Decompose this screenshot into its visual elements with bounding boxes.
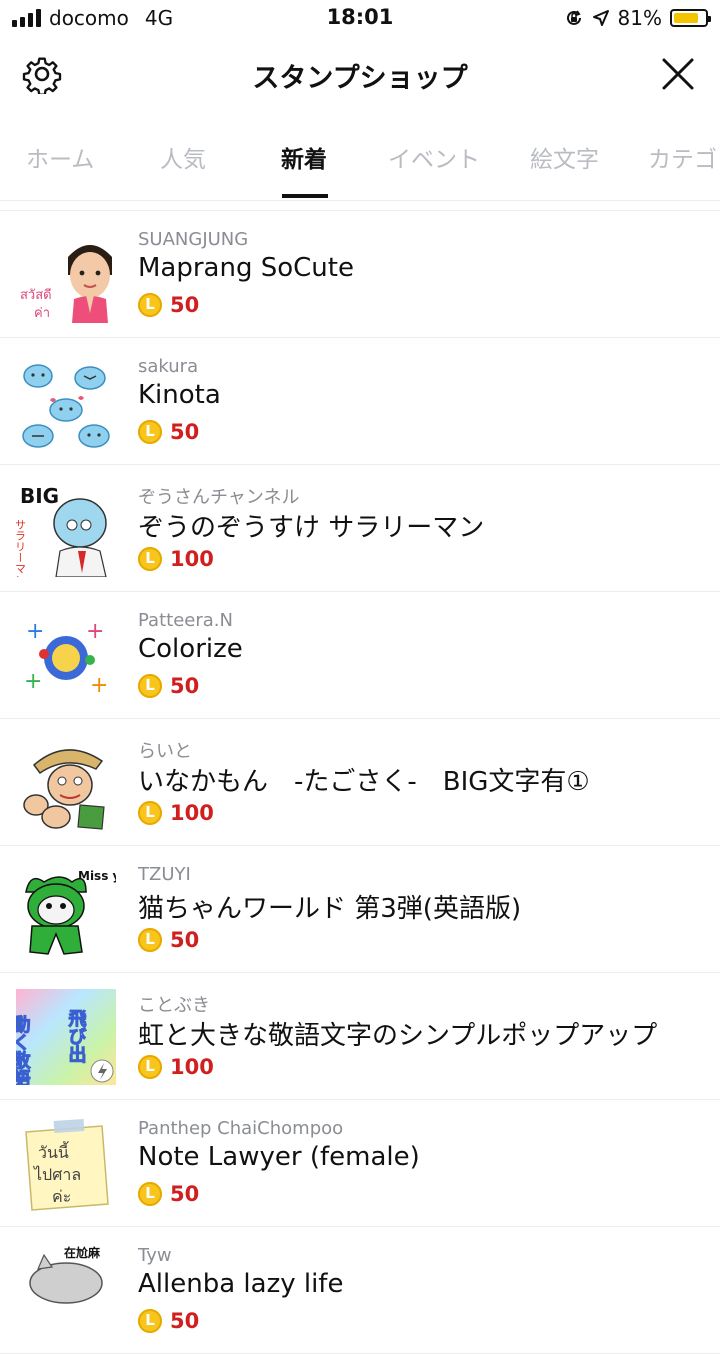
sticker-author: SUANGJUNG (138, 229, 249, 250)
coin-icon: L (138, 420, 162, 444)
sticker-title: Note Lawyer (female) (138, 1142, 420, 1172)
location-arrow-icon (592, 10, 609, 26)
page-title: スタンプショップ (252, 63, 468, 94)
price-value: 50 (170, 928, 200, 952)
sticker-thumbnail (23, 749, 105, 830)
price-value: 100 (170, 1055, 214, 1079)
coin-icon: L (138, 293, 162, 317)
svg-text:+: + (26, 619, 44, 644)
sticker-thumbnail: วันนี้ ไปศาล ค่ะ (25, 1118, 109, 1211)
sticker-price: L 100 (138, 801, 214, 825)
price-value: 50 (170, 1182, 200, 1206)
svg-text:+: + (24, 669, 42, 694)
list-item[interactable]: สวัสดี ค่า SUANGJUNG Maprang SoCute L 50 (0, 211, 720, 338)
sticker-author: ぞうさんチャンネル (138, 487, 300, 508)
list-item[interactable]: + + + + Patteera.N Colorize L 50 (0, 592, 720, 719)
coin-icon: L (138, 928, 162, 952)
sticker-title: Colorize (138, 634, 243, 664)
list-item[interactable]: 動く敬語 飛び出 ことぶき 虹と大きな敬語文字のシンプルポップアップ L 100 (0, 973, 720, 1100)
list-item[interactable]: sakura Kinota L 50 (0, 338, 720, 465)
price-value: 50 (170, 293, 200, 317)
sticker-author: Patteera.N (138, 610, 233, 631)
sticker-thumbnail: + + + + (24, 619, 108, 698)
sticker-author: Panthep ChaiChompoo (138, 1118, 344, 1139)
sticker-price: L 50 (138, 928, 199, 952)
svg-text:在尬麻: 在尬麻 (64, 1245, 101, 1260)
sticker-price: L 50 (138, 293, 199, 317)
sticker-author: ことぶき (138, 995, 210, 1016)
price-value: 50 (170, 674, 200, 698)
coin-icon: L (138, 674, 162, 698)
sticker-price: L 100 (138, 547, 214, 571)
sticker-thumbnail: 在尬麻 (29, 1245, 103, 1304)
svg-text:サラリーマン: サラリーマン (16, 519, 27, 577)
sticker-title: Kinota (138, 380, 221, 410)
svg-text:วันนี้: วันนี้ (38, 1141, 69, 1162)
tab-event[interactable]: イベント (388, 140, 480, 174)
coin-icon: L (138, 1309, 162, 1333)
active-tab-indicator (282, 194, 328, 198)
sticker-author: sakura (138, 356, 199, 377)
svg-text:+: + (86, 619, 104, 644)
battery-icon (670, 9, 711, 27)
sticker-price: L 50 (138, 1182, 199, 1206)
sticker-title: いなかもん -たごさく- BIG文字有① (138, 767, 590, 797)
sticker-price: L 50 (138, 1309, 199, 1333)
category-tabs: ホーム 人気 新着 イベント 絵文字 カテゴ (0, 112, 720, 201)
sticker-thumbnail: สวัสดี ค่า (20, 245, 112, 323)
price-value: 100 (170, 801, 214, 825)
price-value: 100 (170, 547, 214, 571)
list-item[interactable]: วันนี้ ไปศาล ค่ะ Panthep ChaiChompoo Not… (0, 1100, 720, 1227)
coin-icon: L (138, 547, 162, 571)
sticker-price: L 50 (138, 674, 199, 698)
status-right: 81% (564, 6, 711, 30)
svg-text:ค่ะ: ค่ะ (52, 1187, 71, 1206)
coin-icon: L (138, 1182, 162, 1206)
svg-text:ไปศาล: ไปศาล (32, 1165, 81, 1184)
svg-text:+: + (90, 673, 108, 698)
sticker-author: らいと (138, 741, 192, 762)
sticker-thumbnail: BIG サラリーマン (16, 481, 116, 577)
price-value: 50 (170, 420, 200, 444)
svg-text:動く敬語: 動く敬語 (16, 1014, 32, 1085)
sticker-price: L 50 (138, 420, 199, 444)
coin-icon: L (138, 801, 162, 825)
tab-new[interactable]: 新着 (281, 140, 327, 174)
tab-category[interactable]: カテゴ (648, 140, 717, 174)
sticker-title: Maprang SoCute (138, 253, 354, 283)
battery-percent: 81% (617, 6, 662, 30)
nav-bar: スタンプショップ (0, 38, 720, 110)
sticker-author: TZUYI (138, 864, 191, 885)
sticker-thumbnail (22, 364, 110, 448)
list-item[interactable]: らいと いなかもん -たごさく- BIG文字有① L 100 (0, 719, 720, 846)
sticker-title: Allenba lazy life (138, 1269, 344, 1299)
close-icon[interactable] (660, 56, 696, 92)
tab-emoji[interactable]: 絵文字 (530, 140, 599, 174)
sticker-title: 猫ちゃんワールド 第3弾(英語版) (138, 894, 522, 924)
svg-text:ค่า: ค่า (34, 306, 50, 321)
status-bar: docomo 4G 18:01 81% (0, 0, 720, 38)
list-item[interactable]: 在尬麻 Tyw Allenba lazy life L 50 (0, 1227, 720, 1354)
rotation-lock-icon (566, 10, 581, 25)
sticker-price: L 100 (138, 1055, 214, 1079)
svg-text:สวัสดี: สวัสดี (20, 287, 52, 303)
tab-home[interactable]: ホーム (26, 140, 94, 174)
sticker-thumbnail: 動く敬語 飛び出 (16, 989, 116, 1085)
sticker-title: ぞうのぞうすけ サラリーマン (138, 513, 485, 543)
coin-icon: L (138, 1055, 162, 1079)
sticker-title: 虹と大きな敬語文字のシンプルポップアップ (138, 1021, 658, 1051)
sticker-thumbnail: Miss you (25, 869, 116, 955)
sticker-author: Tyw (138, 1245, 172, 1266)
list-item[interactable]: Miss you TZUYI 猫ちゃんワールド 第3弾(英語版) L 50 (0, 846, 720, 973)
sticker-list: สวัสดี ค่า SUANGJUNG Maprang SoCute L 50 (0, 210, 720, 1354)
price-value: 50 (170, 1309, 200, 1333)
tab-popular[interactable]: 人気 (160, 140, 206, 174)
svg-text:飛び出: 飛び出 (66, 1009, 87, 1063)
svg-text:BIG: BIG (20, 484, 59, 508)
list-item[interactable]: BIG サラリーマン ぞうさんチャンネル ぞうのぞうすけ サラリーマン L 10… (0, 465, 720, 592)
